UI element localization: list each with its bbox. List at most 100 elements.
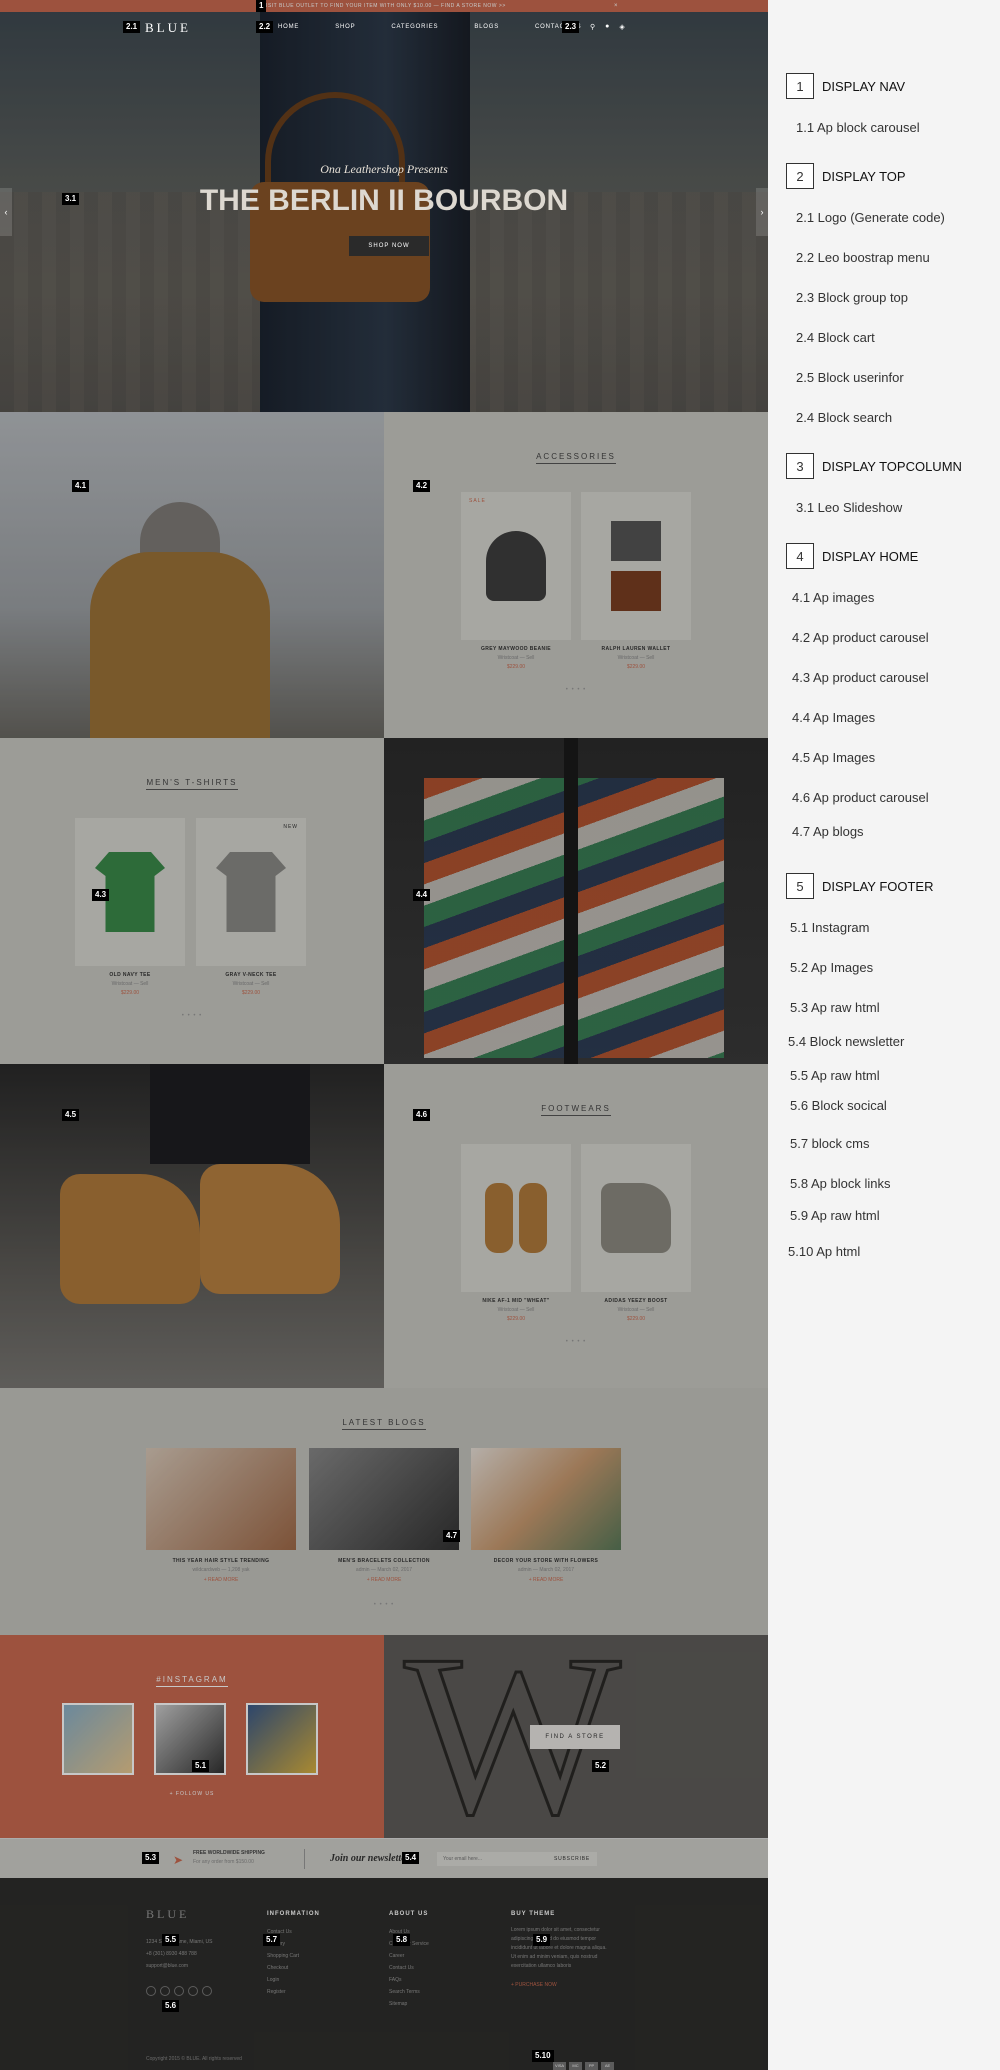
- instagram-photo[interactable]: [246, 1703, 318, 1775]
- position-badge: 2.3: [562, 21, 580, 33]
- position-badge: 4.2: [413, 480, 431, 492]
- product-image[interactable]: [581, 1144, 691, 1292]
- header-icons: ⚲ ● ◈: [590, 23, 625, 31]
- footer-link[interactable]: Contact Us: [389, 1962, 429, 1974]
- position-badge: 5.3: [142, 1852, 160, 1864]
- carousel-dots[interactable]: • • • •: [384, 1339, 768, 1345]
- read-more-link[interactable]: + READ MORE: [146, 1577, 296, 1583]
- theme-preview: VISIT BLUE OUTLET TO FIND YOUR ITEM WITH…: [0, 0, 768, 2070]
- newsletter-email-input[interactable]: [437, 1852, 547, 1866]
- product-meta: Wristcoat — Sell: [497, 1307, 535, 1313]
- legend-number: 4: [786, 543, 814, 569]
- shop-now-button[interactable]: SHOP NOW: [349, 236, 429, 256]
- footer-link[interactable]: Search Terms: [389, 1986, 429, 1998]
- footer-link[interactable]: Sitemap: [389, 1998, 429, 2010]
- legend-item: 2.1 Logo (Generate code): [796, 210, 945, 225]
- legend-item: 2.2 Leo boostrap menu: [796, 250, 930, 265]
- blog-card[interactable]: DECOR YOUR STORE WITH FLOWERS admin — Ma…: [471, 1448, 621, 1583]
- boot-icon: [485, 1183, 513, 1253]
- product-image[interactable]: NEW: [196, 818, 306, 966]
- product-card[interactable]: ADIDAS YEEZY BOOST Wristcoat — Sell $229…: [581, 1144, 691, 1322]
- carousel-dots[interactable]: • • • •: [0, 1013, 384, 1019]
- position-badge: 5.1: [192, 1760, 210, 1772]
- product-name[interactable]: NIKE AF-1 MID "WHEAT": [461, 1298, 571, 1304]
- instagram-photo[interactable]: [62, 1703, 134, 1775]
- follow-us-link[interactable]: + FOLLOW US: [0, 1791, 384, 1797]
- close-icon[interactable]: ×: [614, 3, 618, 9]
- blog-card[interactable]: THIS YEAR HAIR STYLE TRENDING wildcardwe…: [146, 1448, 296, 1583]
- hero-title: THE BERLIN II BOURBON: [199, 184, 569, 217]
- product-image[interactable]: SALE: [461, 492, 571, 640]
- position-badge: 2.1: [123, 21, 141, 33]
- beanie-icon: [486, 531, 546, 601]
- store-banner-image[interactable]: W FIND A STORE: [384, 1635, 768, 1838]
- menu-item-home[interactable]: HOME: [278, 24, 299, 30]
- footer-link[interactable]: Shopping Cart: [267, 1950, 320, 1962]
- slide-next-arrow[interactable]: ›: [756, 188, 768, 236]
- product-name[interactable]: GREY MAYWOOD BEANIE: [461, 646, 571, 652]
- menu-item-categories[interactable]: CATEGORIES: [391, 24, 438, 30]
- instagram-photo[interactable]: [154, 1703, 226, 1775]
- cart-icon[interactable]: ◈: [619, 23, 624, 31]
- product-card[interactable]: NEW GRAY V-NECK TEE Wristcoat — Sell $22…: [196, 818, 306, 996]
- slide-prev-arrow[interactable]: ‹: [0, 188, 12, 236]
- carousel-dots[interactable]: • • • •: [0, 1602, 768, 1608]
- find-store-button[interactable]: FIND A STORE: [530, 1725, 620, 1749]
- footer-link[interactable]: FAQs: [389, 1974, 429, 1986]
- position-badge: 2.2: [256, 21, 274, 33]
- section-title: MEN'S T-SHIRTS: [0, 778, 384, 790]
- product-card[interactable]: OLD NAVY TEE Wristcoat — Sell $229.00: [75, 818, 185, 996]
- product-image[interactable]: [461, 1144, 571, 1292]
- purchase-now-link[interactable]: + PURCHASE NOW: [511, 1979, 631, 1991]
- blog-image[interactable]: [309, 1448, 459, 1550]
- newsletter-bar: ➤ FREE WORLDWIDE SHIPPING For any order …: [0, 1838, 768, 1878]
- sale-badge: SALE: [469, 498, 486, 504]
- site-logo[interactable]: BLUE: [145, 20, 191, 36]
- footer-link[interactable]: Register: [267, 1986, 320, 1998]
- blog-image[interactable]: [146, 1448, 296, 1550]
- search-icon[interactable]: ⚲: [590, 23, 595, 31]
- clothing-rack-banner-image[interactable]: [384, 738, 768, 1064]
- facebook-icon[interactable]: [146, 1986, 156, 1996]
- read-more-link[interactable]: + READ MORE: [471, 1577, 621, 1583]
- product-card[interactable]: NIKE AF-1 MID "WHEAT" Wristcoat — Sell $…: [461, 1144, 571, 1322]
- google-plus-icon[interactable]: [174, 1986, 184, 1996]
- instagram-icon[interactable]: [202, 1986, 212, 1996]
- menu-item-shop[interactable]: SHOP: [335, 24, 355, 30]
- product-name[interactable]: GRAY V-NECK TEE: [196, 972, 306, 978]
- blog-title[interactable]: MEN'S BRACELETS COLLECTION: [309, 1558, 459, 1564]
- blog-title[interactable]: DECOR YOUR STORE WITH FLOWERS: [471, 1558, 621, 1564]
- user-icon[interactable]: ●: [605, 23, 609, 31]
- legend-item: 4.1 Ap images: [792, 590, 875, 605]
- read-more-link[interactable]: + READ MORE: [309, 1577, 459, 1583]
- tshirts-carousel: MEN'S T-SHIRTS OLD NAVY TEE Wristcoat — …: [0, 738, 384, 1064]
- blog-card[interactable]: MEN'S BRACELETS COLLECTION admin — March…: [309, 1448, 459, 1583]
- beanie-banner-image[interactable]: [0, 412, 384, 738]
- position-badge: 5.2: [592, 1760, 610, 1772]
- blog-meta: admin — March 02, 2017: [517, 1567, 575, 1573]
- footer-link[interactable]: Career: [389, 1950, 429, 1962]
- subscribe-button[interactable]: SUBSCRIBE: [547, 1852, 597, 1866]
- blog-image[interactable]: [471, 1448, 621, 1550]
- blog-title[interactable]: THIS YEAR HAIR STYLE TRENDING: [146, 1558, 296, 1564]
- product-name[interactable]: ADIDAS YEEZY BOOST: [581, 1298, 691, 1304]
- twitter-icon[interactable]: [160, 1986, 170, 1996]
- product-name[interactable]: OLD NAVY TEE: [75, 972, 185, 978]
- sneakers-banner-image[interactable]: [0, 1064, 384, 1390]
- menu-item-blogs[interactable]: BLOGS: [474, 24, 499, 30]
- footer-logo[interactable]: BLUE: [146, 1908, 216, 1920]
- product-image[interactable]: [581, 492, 691, 640]
- footer-about: ABOUT US About Us Customer Service Caree…: [389, 1908, 429, 2010]
- pinterest-icon[interactable]: [188, 1986, 198, 1996]
- footer-email[interactable]: support@blue.com: [146, 1960, 216, 1972]
- legend-item: 4.3 Ap product carousel: [792, 670, 929, 685]
- legend-item: 4.2 Ap product carousel: [792, 630, 929, 645]
- carousel-dots[interactable]: • • • •: [384, 687, 768, 693]
- footer-link[interactable]: Login: [267, 1974, 320, 1986]
- product-card[interactable]: SALE GREY MAYWOOD BEANIE Wristcoat — Sel…: [461, 492, 571, 670]
- shipping-title: FREE WORLDWIDE SHIPPING: [193, 1850, 265, 1856]
- product-name[interactable]: RALPH LAUREN WALLET: [581, 646, 691, 652]
- boot-icon: [519, 1183, 547, 1253]
- product-card[interactable]: RALPH LAUREN WALLET Wristcoat — Sell $22…: [581, 492, 691, 670]
- footer-link[interactable]: Checkout: [267, 1962, 320, 1974]
